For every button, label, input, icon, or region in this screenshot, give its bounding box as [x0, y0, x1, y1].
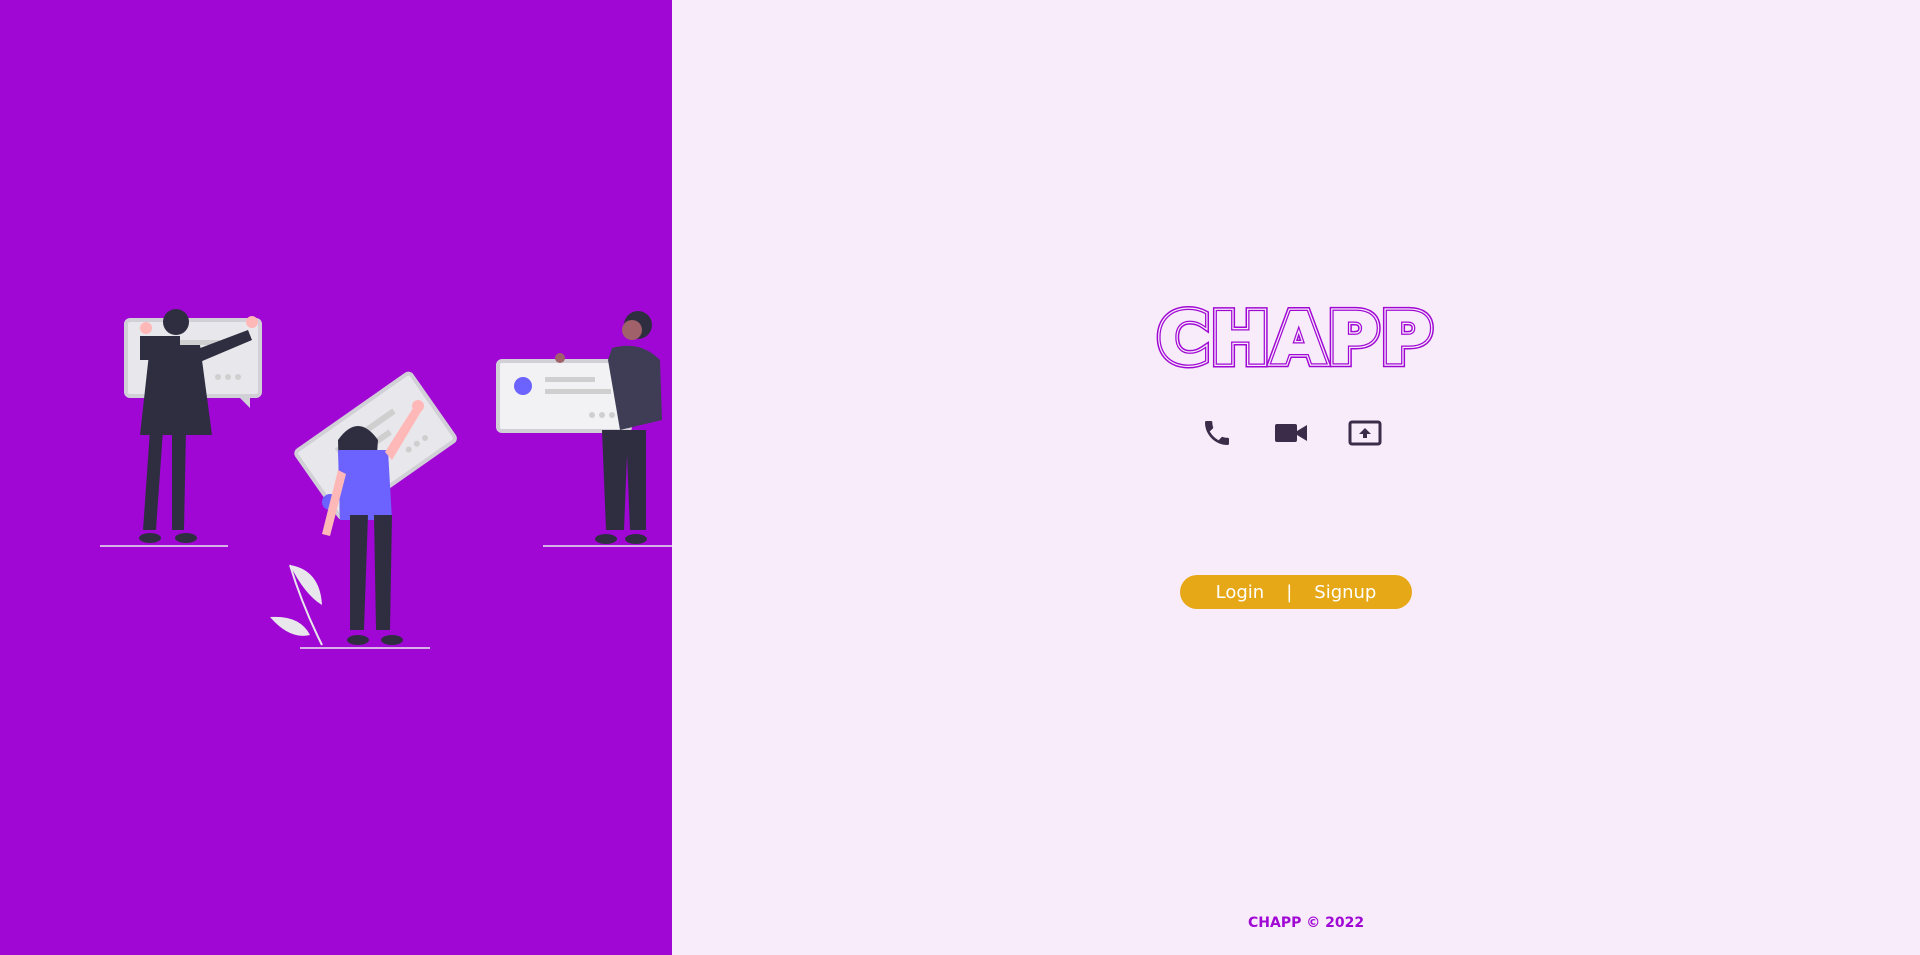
screen-share-icon [1348, 416, 1382, 450]
landing-page: CHAPP CHAPP CHAPP CHAPP Login | Signup C… [0, 0, 1920, 955]
footer-copyright: CHAPP © 2022 [1248, 915, 1365, 931]
signup-button[interactable]: Signup [1310, 582, 1380, 603]
illustration-panel [0, 0, 672, 955]
phone-icon [1200, 416, 1234, 450]
logo-text-inner: CHAPP [1158, 303, 1435, 373]
chat-people-illustration [100, 309, 672, 649]
feature-icons [1200, 416, 1382, 450]
chapp-logo: CHAPP CHAPP CHAPP CHAPP [1141, 303, 1451, 373]
auth-button-group: Login | Signup [1180, 575, 1412, 609]
person-with-chat-left [100, 309, 262, 547]
person-with-chat-right [496, 311, 672, 547]
person-with-chat-middle [270, 371, 457, 649]
auth-panel [672, 0, 1920, 955]
auth-separator: | [1286, 581, 1293, 603]
video-camera-icon [1274, 416, 1308, 450]
login-button[interactable]: Login [1212, 582, 1269, 603]
